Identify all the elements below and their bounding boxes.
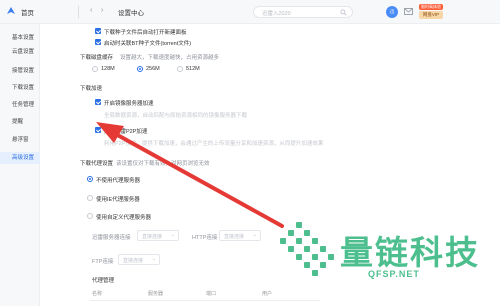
- disk-cache-label: 下载磁盘缓存: [80, 55, 114, 61]
- server-conn-select[interactable]: 直接连接 ⌄: [137, 230, 179, 241]
- http-conn-value: 直接连接: [224, 234, 245, 240]
- torrent-associate-label: 启动时关联BT种子文件(torrent文件): [104, 41, 192, 47]
- proxy-custom-radio[interactable]: [87, 213, 93, 219]
- proxy-col-user: 用户: [262, 291, 273, 297]
- search-icon[interactable]: [340, 9, 347, 16]
- chevron-down-icon: ⌄: [170, 232, 175, 238]
- cache-256m-label: 256M: [146, 66, 160, 72]
- cache-512m-radio[interactable]: [177, 66, 183, 72]
- cache-256m-radio[interactable]: [137, 66, 143, 72]
- cache-128m-label: 128M: [101, 66, 115, 72]
- proxy-manage-title: 代理管理: [92, 278, 115, 284]
- window-title: 设置中心: [118, 10, 144, 17]
- sidebar: 基本设置 云盘设置 接管设置 下载设置 任务管理 提醒 悬浮窗 高级设置: [0, 24, 40, 306]
- vip-promo-label: 限时高体验: [419, 4, 443, 10]
- avatar[interactable]: 迅: [386, 6, 398, 18]
- sidebar-item-basic[interactable]: 基本设置: [0, 32, 40, 44]
- sidebar-item-tasks[interactable]: 任务管理: [0, 99, 40, 111]
- app-logo-icon: [7, 7, 15, 14]
- proxy-hint: 该设置仅对下载有效，对网页浏览无效: [116, 161, 210, 167]
- sidebar-item-reminder[interactable]: 提醒: [0, 116, 40, 128]
- watermark-title: 量链科技: [340, 234, 480, 271]
- sidebar-item-download[interactable]: 下载设置: [0, 82, 40, 94]
- proxy-ie-radio[interactable]: [87, 195, 93, 201]
- http-conn-label: HTTP连接: [192, 235, 218, 241]
- mirror-accel-checkbox[interactable]: [95, 99, 101, 105]
- accel-section-title: 下载加速: [80, 86, 103, 92]
- sidebar-item-cloud[interactable]: 云盘设置: [0, 46, 40, 58]
- table-divider: [90, 300, 320, 301]
- title-bar: 首页 ‹ › 设置中心 迅雷入2020 迅 限时高体验 网盘VIP: [0, 0, 500, 24]
- sidebar-item-advanced[interactable]: 高级设置: [0, 152, 40, 164]
- server-conn-label: 迅雷服务器连接: [92, 235, 131, 241]
- ftp-conn-label: FTP连接: [92, 259, 114, 265]
- torrent-auto-open-label: 下载种子文件后自动打开新建面板: [104, 30, 187, 36]
- search-placeholder: 迅雷入2020: [262, 11, 291, 17]
- proxy-none-label: 不使用代理服务器: [96, 178, 141, 184]
- search-input[interactable]: 迅雷入2020: [253, 6, 353, 18]
- proxy-col-name: 名称: [92, 291, 103, 297]
- p2p-accel-checkbox[interactable]: [95, 127, 101, 133]
- server-conn-value: 直接连接: [142, 234, 163, 240]
- disk-cache-hint: 设置越大，下载速度越快，占用资源越多: [120, 55, 220, 61]
- divider: [78, 6, 79, 18]
- chevron-down-icon: ⌄: [151, 256, 156, 262]
- sidebar-item-float[interactable]: 悬浮窗: [0, 134, 40, 146]
- p2p-accel-hint: 利用P2P技术，提供下载加速，会通过产生的上传流量分享和加速资源，从而提升加速效…: [104, 141, 324, 147]
- mirror-accel-label: 开启镜像服务器加速: [104, 101, 154, 107]
- vip-badge[interactable]: 限时高体验 网盘VIP: [419, 4, 443, 20]
- proxy-custom-label: 使用自定义代理服务器: [96, 215, 152, 221]
- vip-button[interactable]: 网盘VIP: [419, 11, 443, 19]
- mirror-accel-hint: 全局数据资源，自动匹配与原始资源相同的镜像服务器下载: [104, 113, 248, 119]
- sidebar-item-takeover[interactable]: 接管设置: [0, 65, 40, 77]
- watermark-logo-icon: [280, 222, 334, 276]
- http-conn-select[interactable]: 直接连接 ⌄: [219, 230, 261, 241]
- torrent-auto-open-checkbox[interactable]: [95, 28, 101, 34]
- proxy-section-title: 下载代理设置: [80, 161, 114, 167]
- proxy-col-server: 服务器: [148, 291, 164, 297]
- cache-512m-label: 512M: [186, 66, 200, 72]
- torrent-associate-checkbox[interactable]: [95, 39, 101, 45]
- mail-icon[interactable]: [404, 8, 413, 15]
- ftp-conn-select[interactable]: 直接连接 ⌄: [118, 254, 160, 265]
- chevron-down-icon: ⌄: [252, 232, 257, 238]
- watermark-url: QFSP.NET: [368, 269, 420, 279]
- proxy-ie-label: 使用IE代理服务器: [96, 197, 140, 203]
- ftp-conn-value: 直接连接: [123, 258, 144, 264]
- proxy-none-radio[interactable]: [87, 176, 93, 182]
- home-tab[interactable]: 首页: [21, 7, 34, 17]
- p2p-accel-label: 开启迅雷P2P加速: [104, 129, 148, 135]
- back-arrow-icon[interactable]: ‹: [90, 7, 92, 14]
- proxy-col-port: 端口: [206, 291, 217, 297]
- cache-128m-radio[interactable]: [92, 66, 98, 72]
- forward-arrow-icon[interactable]: ›: [101, 7, 103, 14]
